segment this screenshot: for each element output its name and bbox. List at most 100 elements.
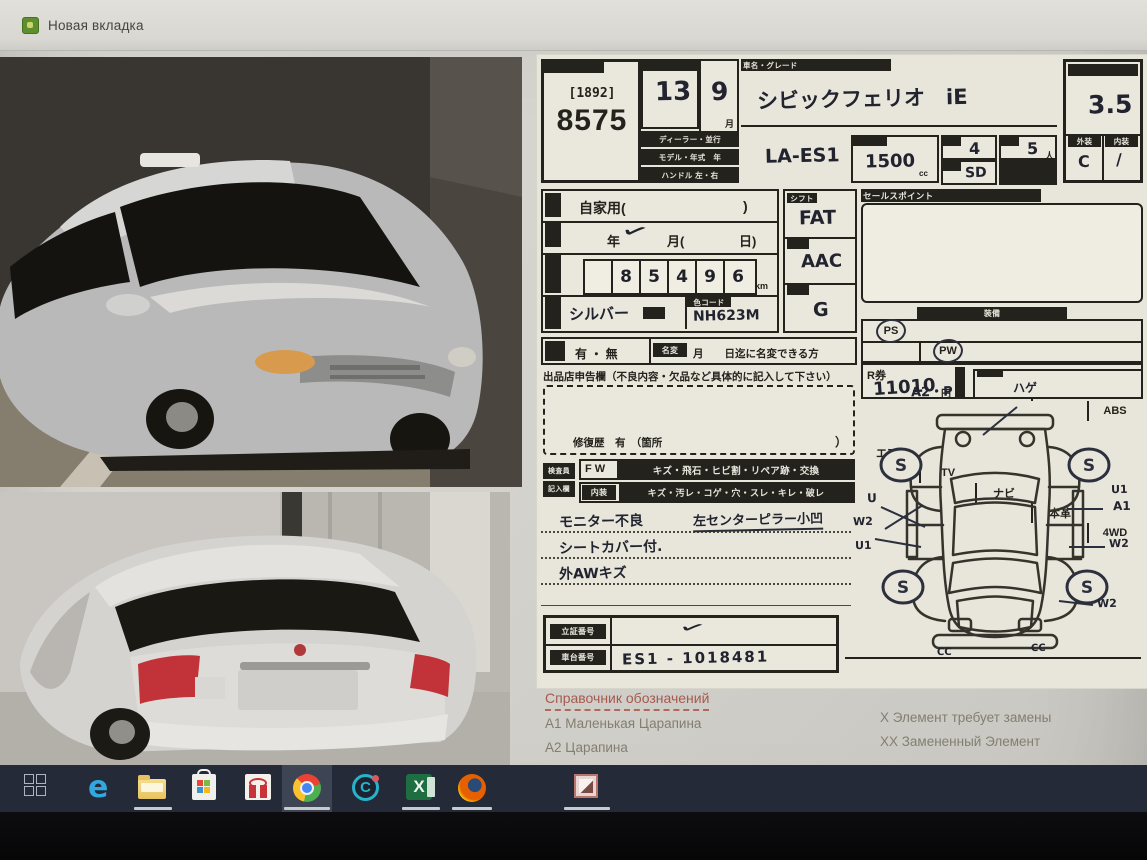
file-explorer-icon[interactable] <box>138 774 168 804</box>
odometer-digit: 8 <box>611 261 639 293</box>
displacement-unit: cc <box>919 169 928 178</box>
inspector-row1-head: F W <box>585 463 605 475</box>
note-monitor: モニター不良 <box>559 510 643 532</box>
fuel-label-chip <box>787 285 809 295</box>
divider <box>863 341 1141 343</box>
notes-area: モニター不良 左センターピラー小凹 シートカバー付. 外AWキズ <box>541 507 855 607</box>
exterior-label: 外装 <box>1068 136 1101 147</box>
auction-sheet: [1892] 8575 13 9 月 車名・グレード シビックフェリオ iE デ… <box>537 55 1147 688</box>
gift-app-icon[interactable] <box>245 774 275 804</box>
month-unit: 月 <box>725 117 734 130</box>
exterior-value: C <box>1078 152 1090 171</box>
divider <box>543 253 777 255</box>
grade-label-chip <box>1068 64 1138 76</box>
diagram-code-bottom-right: CC <box>1031 643 1046 654</box>
namechange-row: 有 ・ 無 名変 月 日迄に名変できる方 <box>541 337 857 365</box>
year-label-chip <box>643 61 697 71</box>
legend-item-a2: A2 Царапина <box>545 740 628 755</box>
note-line <box>541 605 851 606</box>
equipment-grid: PS PW AW SR ABS エアB TV ナビ 本革 4WD <box>861 319 1143 363</box>
divider <box>610 618 612 644</box>
odometer-digit: 5 <box>639 261 667 293</box>
car-photo-front[interactable] <box>0 57 522 487</box>
photos-app-icon[interactable] <box>574 774 604 804</box>
car-name-value: シビックフェリオ iE <box>757 81 968 115</box>
shift-label: シフト <box>787 193 817 203</box>
diagram-code-right-u1: U1 <box>1111 483 1128 496</box>
inspector-row1-text: キズ・飛石・ヒビ割・リペア跡・交換 <box>619 461 853 478</box>
shaken-label-chip <box>545 223 561 247</box>
damage-diagram: S S S S A2・P ハゲ U1 A1 W2 <box>845 387 1143 663</box>
doors-box: 4 <box>941 135 997 160</box>
displacement-value: 1500 <box>865 150 916 172</box>
equipment-ps: PS <box>863 321 919 341</box>
wheel-mark: S <box>1083 456 1095 476</box>
doors-label-chip <box>943 137 961 146</box>
wheel-mark: S <box>1081 578 1093 598</box>
firefox-icon[interactable] <box>458 774 488 804</box>
tab-favicon-icon <box>22 17 39 34</box>
color-change-chip <box>643 307 665 319</box>
color-code-value: NH623M <box>693 307 760 324</box>
capacity-box: 5 人 <box>999 135 1057 160</box>
color-code-box: 色コード NH623M <box>685 297 779 329</box>
shaken-month: 月( <box>667 231 684 250</box>
diagram-code-right-a1: A1 <box>1113 499 1131 513</box>
odometer-digit: 9 <box>695 261 723 293</box>
ac-label-chip <box>787 239 809 249</box>
car-photo-rear[interactable] <box>0 492 510 765</box>
circled-mark <box>875 317 907 344</box>
shift-value: FAT <box>799 207 836 230</box>
diagram-code-left-u: U <box>867 491 877 505</box>
equipment-bar-label: 装備 <box>917 307 1067 319</box>
circled-mark <box>932 337 964 364</box>
browser-tab[interactable]: Новая вкладка <box>10 6 252 44</box>
namechange-prefix: 名変 <box>653 343 687 357</box>
wheel-mark: S <box>897 578 909 598</box>
dealer-row-label: ディーラー・並行 <box>641 131 739 147</box>
repair-history: 修復歴 有 （箇所 <box>573 435 662 450</box>
store-icon[interactable] <box>192 774 222 804</box>
divider <box>543 221 777 223</box>
open-app-indicator <box>284 807 330 810</box>
salespoint-label: セールスポイント <box>861 189 1041 202</box>
edge-icon[interactable]: e <box>88 774 118 804</box>
legend-header[interactable]: Справочник обозначений <box>545 690 709 711</box>
diagram-code-left-u1: U1 <box>855 539 872 552</box>
windows-logo-icon <box>24 774 46 796</box>
inspector-row-interior: 内装 キズ・汚レ・コゲ・穴・スレ・キレ・破レ <box>579 482 855 503</box>
inspector-label: 検査員 記入欄 <box>543 461 577 501</box>
lot-label-chip <box>544 62 604 73</box>
chrome-icon[interactable] <box>293 774 323 804</box>
wheel-mark: S <box>895 456 907 476</box>
color-code-label: 色コード <box>687 297 731 307</box>
damage-diagram-car: S S S S <box>845 387 1143 663</box>
fuel-value: G <box>813 299 829 321</box>
report-label: 出品店申告欄（不良内容・欠品など具体的に記入して下さい） <box>543 369 837 384</box>
diagram-code-a2p: A2・P <box>911 381 953 401</box>
excel-icon[interactable]: X <box>406 774 436 804</box>
body-value: SD <box>965 165 987 181</box>
body-label-chip <box>943 162 961 171</box>
chassis-number-value: ES1 - 1018481 <box>622 647 770 668</box>
displacement-box: 1500 cc <box>851 135 939 183</box>
handle-row-label: ハンドル 左・右 <box>641 167 739 183</box>
cleaner-icon[interactable]: C <box>352 774 382 804</box>
month-value: 9 <box>711 77 729 106</box>
ticket-box-label-chip <box>977 369 1003 377</box>
usage-label-chip <box>545 193 561 217</box>
year-box: 13 <box>641 59 699 129</box>
filled-box <box>999 160 1057 185</box>
start-button[interactable] <box>24 774 54 804</box>
divider <box>845 657 1141 659</box>
salespoint-box <box>861 203 1143 303</box>
diagram-code-rear-w2: W2 <box>1097 597 1117 610</box>
grade-value: 3.5 <box>1088 90 1133 120</box>
interior-label: 内装 <box>1105 136 1138 147</box>
inspector-row2-head: 内装 <box>582 485 616 500</box>
note-seatcover: シートカバー付. <box>559 536 663 558</box>
open-app-indicator <box>402 807 440 810</box>
modelyear-row-label: モデル・年式 年 <box>641 149 739 165</box>
grade-box: 3.5 外装 内装 C / <box>1063 59 1143 183</box>
year-value: 13 <box>655 77 692 108</box>
